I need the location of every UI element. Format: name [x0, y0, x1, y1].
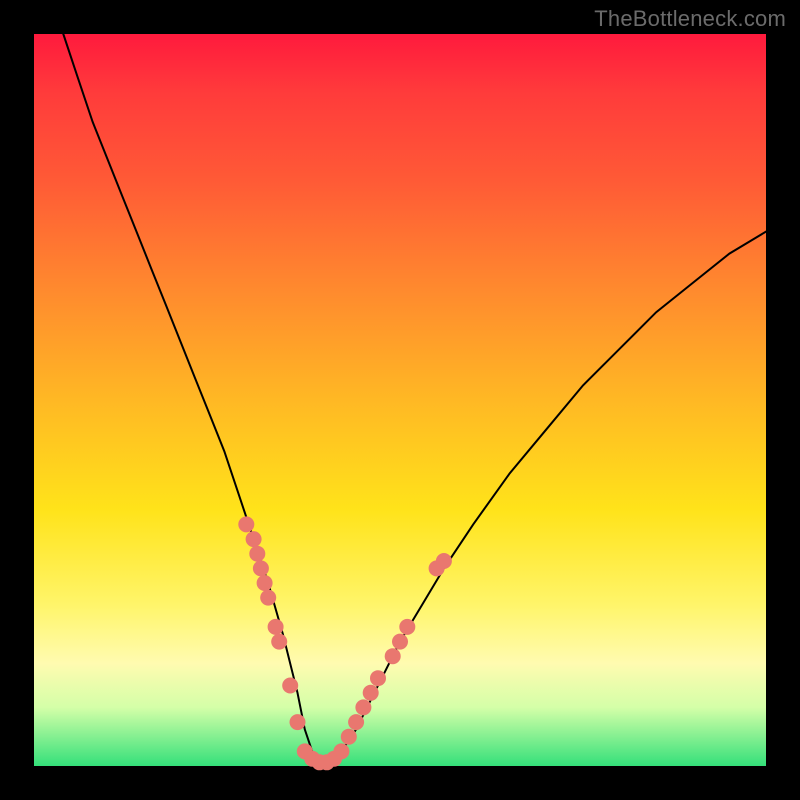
data-marker: [290, 714, 306, 730]
chart-frame: TheBottleneck.com: [0, 0, 800, 800]
watermark-text: TheBottleneck.com: [594, 6, 786, 32]
data-marker: [333, 743, 349, 759]
data-marker: [260, 590, 276, 606]
data-marker: [246, 531, 262, 547]
data-marker: [257, 575, 273, 591]
data-marker: [436, 553, 452, 569]
data-marker: [253, 560, 269, 576]
data-marker: [363, 685, 379, 701]
data-marker: [341, 729, 357, 745]
curve-line: [63, 34, 766, 762]
data-marker: [268, 619, 284, 635]
data-markers: [238, 516, 452, 770]
data-marker: [370, 670, 386, 686]
data-marker: [271, 634, 287, 650]
data-marker: [385, 648, 401, 664]
data-marker: [392, 634, 408, 650]
data-marker: [249, 546, 265, 562]
data-marker: [399, 619, 415, 635]
chart-overlay: [34, 34, 766, 766]
data-marker: [355, 699, 371, 715]
data-marker: [348, 714, 364, 730]
data-marker: [238, 516, 254, 532]
data-marker: [282, 678, 298, 694]
